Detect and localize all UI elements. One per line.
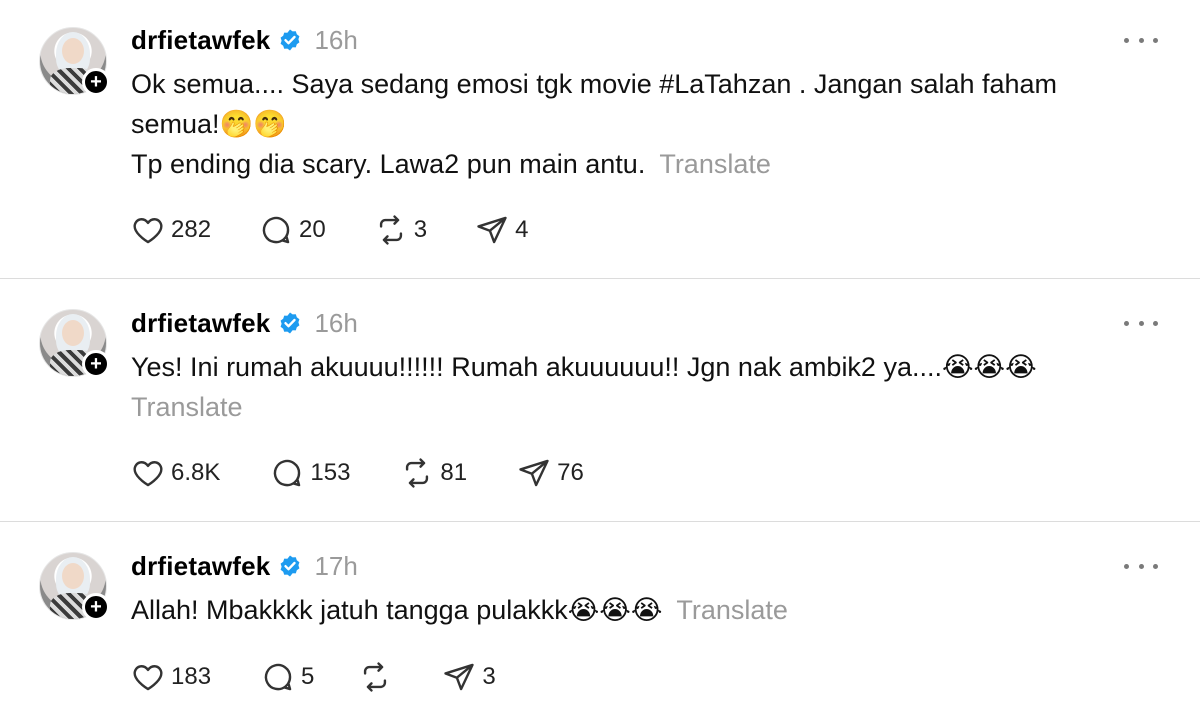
- follow-plus-icon[interactable]: +: [82, 593, 110, 621]
- username[interactable]: drfietawfek: [131, 308, 270, 339]
- translate-link[interactable]: Translate: [676, 595, 788, 625]
- verified-icon: [281, 555, 300, 577]
- heart-icon: [133, 218, 163, 244]
- post-3: + drfietawfek 17h Allah! Mbakkkk jatuh t…: [0, 522, 1200, 702]
- text-line: Allah! Mbakkkk jatuh tangga pulakkk😭😭😭: [131, 595, 663, 625]
- repost-icon: [379, 215, 402, 245]
- more-icon[interactable]: [1124, 35, 1158, 45]
- comment-icon: [274, 459, 301, 487]
- comment-count: 20: [299, 216, 326, 243]
- comment-icon: [262, 216, 290, 244]
- translate-link[interactable]: Translate: [131, 392, 243, 422]
- heart-icon: [133, 665, 163, 691]
- share-icon: [444, 663, 475, 691]
- share-button[interactable]: 3: [442, 660, 496, 694]
- share-count: 4: [515, 216, 529, 243]
- share-count: 3: [482, 663, 496, 690]
- username[interactable]: drfietawfek: [131, 25, 270, 56]
- verified-icon: [281, 29, 300, 51]
- comment-count: 153: [310, 459, 351, 486]
- share-icon: [477, 216, 507, 244]
- comment-icon: [264, 663, 292, 691]
- comment-button[interactable]: 20: [259, 213, 326, 247]
- follow-plus-icon[interactable]: +: [82, 68, 110, 96]
- repost-icon: [364, 662, 387, 692]
- share-count: 76: [557, 459, 584, 486]
- timestamp: 16h: [314, 307, 358, 338]
- more-icon[interactable]: [1124, 318, 1158, 328]
- repost-count: 3: [413, 216, 428, 243]
- comment-count: 5: [301, 663, 315, 690]
- text-line: semua!🤭🤭: [131, 109, 287, 139]
- verified-icon: [281, 312, 300, 334]
- repost-count: 81: [440, 459, 468, 486]
- post-text: Allah! Mbakkkk jatuh tangga pulakkk😭😭😭 Tr…: [131, 590, 1141, 630]
- share-icon: [519, 459, 549, 487]
- post-2: + drfietawfek 16h Yes! Ini rumah akuuuu!…: [0, 279, 1200, 521]
- like-count: 183: [171, 663, 212, 690]
- repost-icon: [406, 458, 429, 488]
- share-button[interactable]: 4: [475, 213, 528, 247]
- repost-button[interactable]: [358, 660, 398, 694]
- text-line: Tp ending dia scary. Lawa2 pun main antu…: [131, 149, 646, 179]
- post-1: + drfietawfek 16h Ok semua.... Saya seda…: [0, 0, 1200, 278]
- comment-button[interactable]: 5: [261, 660, 314, 694]
- timestamp: 17h: [314, 550, 358, 581]
- like-button[interactable]: 183: [131, 660, 211, 694]
- more-icon[interactable]: [1124, 561, 1158, 571]
- text-line: Ok semua.... Saya sedang emosi tgk movie…: [131, 69, 1058, 99]
- text-line: Yes! Ini rumah akuuuu!!!!!! Rumah akuuuu…: [131, 352, 1037, 382]
- like-button[interactable]: 282: [131, 213, 211, 247]
- heart-icon: [133, 461, 163, 487]
- repost-button[interactable]: 81: [400, 456, 467, 490]
- follow-plus-icon[interactable]: +: [82, 350, 110, 378]
- like-button[interactable]: 6.8K: [131, 456, 220, 490]
- username[interactable]: drfietawfek: [131, 551, 270, 582]
- like-count: 6.8K: [171, 459, 221, 486]
- post-text: Ok semua.... Saya sedang emosi tgk movie…: [131, 64, 1141, 184]
- repost-button[interactable]: 3: [374, 213, 427, 247]
- translate-link[interactable]: Translate: [659, 149, 771, 179]
- comment-button[interactable]: 153: [270, 456, 350, 490]
- share-button[interactable]: 76: [517, 456, 584, 490]
- like-count: 282: [171, 216, 212, 243]
- timestamp: 16h: [314, 24, 358, 55]
- post-text: Yes! Ini rumah akuuuu!!!!!! Rumah akuuuu…: [131, 347, 1141, 427]
